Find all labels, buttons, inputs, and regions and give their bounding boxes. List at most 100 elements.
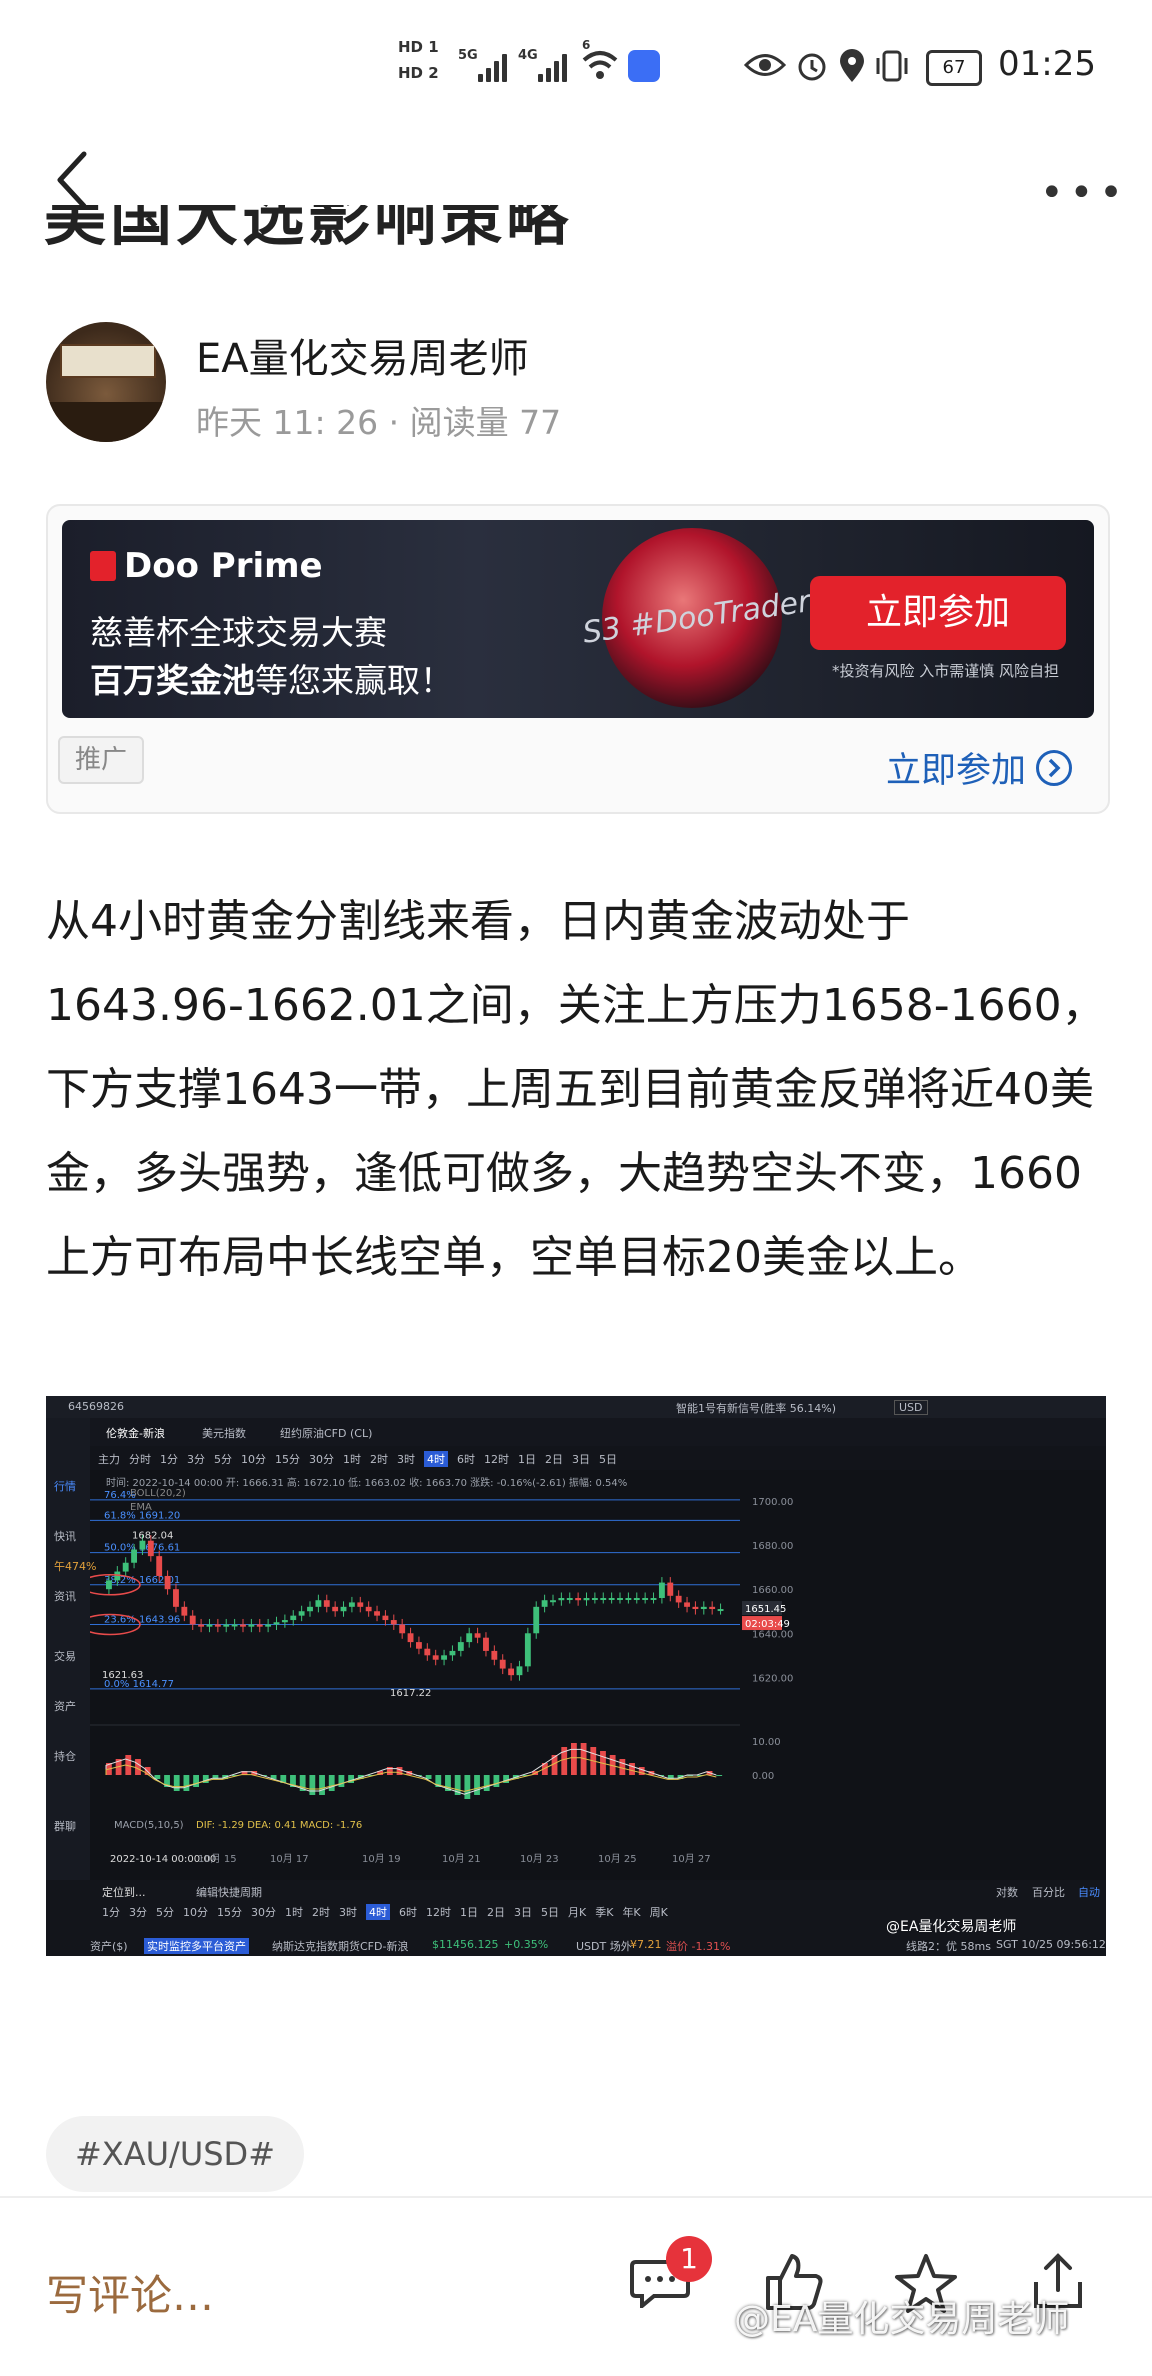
ad-cta-label: 立即参加 [886, 751, 1027, 791]
candle-body [248, 1624, 255, 1627]
candle-body [147, 1540, 154, 1557]
candle-body [399, 1624, 406, 1634]
ticker-price: $11456.125 [432, 1938, 499, 1951]
sim1-label: HD 1 [398, 38, 439, 56]
more-button[interactable]: ••• [1040, 170, 1129, 216]
timeframe-button: 4时 [424, 1451, 448, 1467]
candle-body [265, 1624, 272, 1627]
x-axis-label: 10月 17 [270, 1853, 309, 1865]
bottom-timeframe-button: 5分 [156, 1906, 174, 1919]
candle-body [290, 1615, 297, 1621]
chart-toolbar: 主力 分时 1分 3分 5分 10分 15分 30分 1时 2时 3时 4时 6时 12时 1日 2日 3日 5日 [90, 1446, 1106, 1470]
macd-bar [338, 1775, 345, 1787]
candle-body [231, 1624, 238, 1627]
x-axis-label: 10月 25 [598, 1853, 637, 1865]
candle-body [642, 1598, 649, 1601]
bottom-timeframe-button: 月K [568, 1906, 587, 1919]
chart-bottom-bar: 定位到... 编辑快捷周期 对数 百分比 自动 1分 3分 5分 10分 15分 30分 1… [46, 1880, 1106, 1956]
price-label-low: 1621.63 [102, 1670, 143, 1681]
candle-body [449, 1650, 456, 1656]
side-item: 交易 [54, 1650, 76, 1663]
indicator-label: EMA [130, 1502, 152, 1513]
article-title-fragment: 美国大选影响策略 [44, 205, 573, 254]
timeframe-button: 2日 [545, 1453, 563, 1466]
macd-axis-label: 10.00 [752, 1737, 781, 1748]
y-axis-label: 1640.00 [752, 1629, 793, 1640]
candle-body [558, 1598, 565, 1601]
macd-bar [319, 1775, 325, 1795]
y-axis-label: 1660.00 [752, 1585, 793, 1596]
candle-body [709, 1606, 716, 1610]
macd-bar [571, 1743, 577, 1775]
candle-body [516, 1666, 523, 1676]
candle-body [424, 1648, 431, 1656]
avatar[interactable] [46, 322, 166, 442]
trading-chart-screenshot: 64569826 智能1号有新信号(胜率 56.14%) USD 行情 快讯 午… [46, 1396, 1106, 1956]
author-name[interactable]: EA量化交易周老师 [196, 326, 529, 384]
candle-body [390, 1620, 397, 1625]
timeframe-button: 2时 [370, 1453, 388, 1466]
x-axis-label: 10月 15 [198, 1853, 237, 1865]
timeframe-button: 5日 [599, 1453, 617, 1466]
candle-body [348, 1602, 355, 1607]
auto-scale-toggle: 自动 [1078, 1886, 1100, 1899]
macd-bar [474, 1775, 480, 1795]
post-meta: 昨天 11: 26 · 阅读量 77 [196, 396, 561, 444]
candle-body [156, 1556, 163, 1576]
chevron-right-circle-icon [1036, 750, 1073, 786]
bottom-timeframe-button: 5日 [541, 1906, 559, 1919]
alarm-icon [798, 53, 826, 81]
candle-body [650, 1598, 657, 1601]
network-5g-label: 5G [458, 48, 478, 63]
bottom-timeframe-row: 1分 3分 5分 10分 15分 30分 1时 2时 3时 4时 6时 12时 1日 2日 3日 5日 月K 季K… [102, 1904, 677, 1920]
account-id: 64569826 [68, 1400, 124, 1413]
timeframe-button: 1分 [160, 1453, 178, 1466]
bottom-timeframe-button: 30分 [251, 1906, 276, 1919]
timeframe-button: 15分 [275, 1453, 300, 1466]
candle-body [416, 1642, 422, 1649]
promo-badge: 推广 [58, 736, 144, 784]
candle-body [432, 1655, 439, 1660]
price-label-low2: 1617.22 [390, 1688, 431, 1699]
candle-body [106, 1580, 112, 1590]
currency-select: USD [894, 1400, 928, 1415]
candle-body [608, 1598, 615, 1601]
wifi-6-label: 6 [582, 38, 591, 52]
candle-body [617, 1598, 623, 1601]
candle-body [667, 1582, 674, 1596]
signal-1-icon [478, 50, 512, 82]
candle-body [323, 1600, 330, 1607]
ad-card[interactable]: S3 #DooTrader Doo Prime 慈善杯全球交易大赛 百万奖金池等… [46, 504, 1110, 814]
candle-body [131, 1549, 137, 1563]
topic-tag[interactable]: #XAU/USD# [46, 2116, 304, 2192]
candle-body [281, 1620, 288, 1623]
candle-body [684, 1602, 690, 1607]
candle-body [298, 1611, 305, 1616]
ad-cta-link[interactable]: 立即参加 [886, 742, 1073, 793]
bottom-timeframe-button: 季K [595, 1906, 614, 1919]
side-item: 快讯 [54, 1530, 76, 1543]
edit-tf-hint: 编辑快捷周期 [196, 1886, 262, 1899]
candle-body [340, 1606, 347, 1612]
side-item: 资产 [54, 1700, 76, 1713]
ad-join-button[interactable]: 立即参加 [810, 576, 1066, 650]
candle-body [658, 1582, 665, 1599]
candle-body [692, 1606, 699, 1610]
bottom-timeframe-button: 3日 [514, 1906, 532, 1919]
candle-body [591, 1598, 598, 1601]
chart-sidebar: 行情 快讯 午474% 资讯 交易 资产 持仓 群聊 [46, 1418, 96, 1956]
candle-body [700, 1606, 707, 1610]
eye-icon [744, 54, 786, 76]
ad-brand-text: Doo Prime [124, 546, 323, 586]
candle-body [173, 1589, 179, 1607]
indicator-label: BOLL(20,2) [130, 1488, 186, 1499]
comment-input[interactable]: 写评论… [46, 2262, 214, 2323]
signal-2-icon [538, 50, 572, 82]
side-item: 行情 [54, 1480, 76, 1493]
ad-banner[interactable]: S3 #DooTrader Doo Prime 慈善杯全球交易大赛 百万奖金池等… [62, 520, 1094, 718]
article-body: 从4小时黄金分割线来看，日内黄金波动处于1643.96-1662.01之间，关注… [46, 896, 1106, 1283]
timeframe-button: 分时 [129, 1453, 151, 1466]
macd-bar [309, 1775, 316, 1795]
back-button[interactable] [52, 150, 92, 210]
candle-body [675, 1595, 682, 1603]
